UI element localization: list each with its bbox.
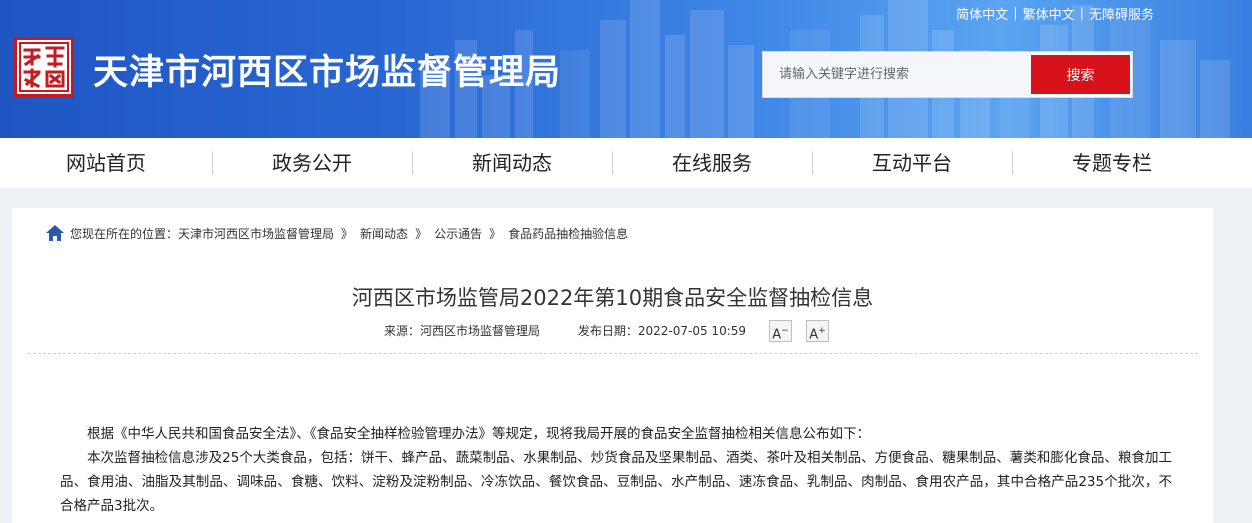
nav-item-home[interactable]: 网站首页	[0, 138, 212, 188]
seal-logo-icon	[19, 42, 69, 92]
header-banner: 简体中文 | 繁体中文 | 无障碍服务 天津市河西区市场监督管理局 搜索	[0, 0, 1252, 138]
nav-item-interaction[interactable]: 互动平台	[812, 138, 1012, 188]
nav-item-special-topics[interactable]: 专题专栏	[1012, 138, 1212, 188]
lang-separator: |	[1013, 6, 1018, 21]
breadcrumb-item-inspection-info[interactable]: 食品药品抽检抽验信息	[508, 225, 628, 242]
nav-item-online-services[interactable]: 在线服务	[612, 138, 812, 188]
font-increase-label: A	[809, 327, 819, 343]
article-date: 2022-07-05 10:59	[637, 324, 747, 338]
lang-simplified-link[interactable]: 简体中文	[956, 4, 1008, 23]
main-nav: 网站首页 政务公开 新闻动态 在线服务 互动平台 专题专栏	[0, 138, 1252, 188]
article-body: 根据《中华人民共和国食品安全法》、《食品安全抽样检验管理办法》等规定，现将我局开…	[60, 422, 1172, 518]
breadcrumb-separator: 》	[489, 226, 502, 241]
lang-separator: |	[1079, 6, 1084, 21]
breadcrumb-separator: 》	[341, 226, 354, 241]
article-source: 河西区市场监督管理局	[420, 324, 541, 338]
breadcrumb-item-news[interactable]: 新闻动态	[360, 225, 408, 242]
font-decrease-label: A	[772, 327, 782, 343]
font-decrease-button[interactable]: A−	[769, 320, 792, 342]
minus-icon: −	[781, 326, 789, 336]
source-label: 来源：	[384, 324, 421, 338]
site-logo[interactable]	[14, 37, 74, 97]
site-title: 天津市河西区市场监督管理局	[93, 53, 562, 93]
search-button[interactable]: 搜索	[1031, 55, 1130, 94]
nav-item-government-affairs[interactable]: 政务公开	[212, 138, 412, 188]
font-increase-button[interactable]: A+	[806, 320, 829, 342]
search-box: 搜索	[762, 51, 1133, 98]
search-input[interactable]	[763, 52, 1031, 97]
breadcrumb-item-notices[interactable]: 公示通告	[434, 225, 482, 242]
article-title: 河西区市场监管局2022年第10期食品安全监督抽检信息	[351, 286, 874, 310]
plus-icon: +	[818, 326, 826, 336]
nav-item-news[interactable]: 新闻动态	[412, 138, 612, 188]
article-paragraph: 根据《中华人民共和国食品安全法》、《食品安全抽样检验管理办法》等规定，现将我局开…	[87, 426, 870, 442]
lang-traditional-link[interactable]: 繁体中文	[1023, 4, 1075, 23]
article-meta: 来源：河西区市场监督管理局 发布日期：2022-07-05 10:59	[384, 322, 746, 339]
language-bar: 简体中文 | 繁体中文 | 无障碍服务	[956, 4, 1154, 23]
date-label: 发布日期：	[577, 324, 638, 338]
breadcrumb: 您现在所在的位置： 天津市河西区市场监督管理局 》 新闻动态 》 公示通告 》 …	[45, 224, 628, 242]
breadcrumb-item-home[interactable]: 天津市河西区市场监督管理局	[178, 225, 334, 242]
article-container: 您现在所在的位置： 天津市河西区市场监督管理局 》 新闻动态 》 公示通告 》 …	[12, 208, 1213, 523]
article-paragraph: 本次监督抽检信息涉及25个大类食品，包括：饼干、蜂产品、蔬菜制品、水果制品、炒货…	[60, 450, 1172, 514]
breadcrumb-separator: 》	[415, 226, 428, 241]
breadcrumb-prefix: 您现在所在的位置：	[70, 226, 179, 241]
home-icon[interactable]	[45, 224, 65, 242]
accessibility-link[interactable]: 无障碍服务	[1089, 4, 1154, 23]
title-divider	[28, 353, 1198, 354]
